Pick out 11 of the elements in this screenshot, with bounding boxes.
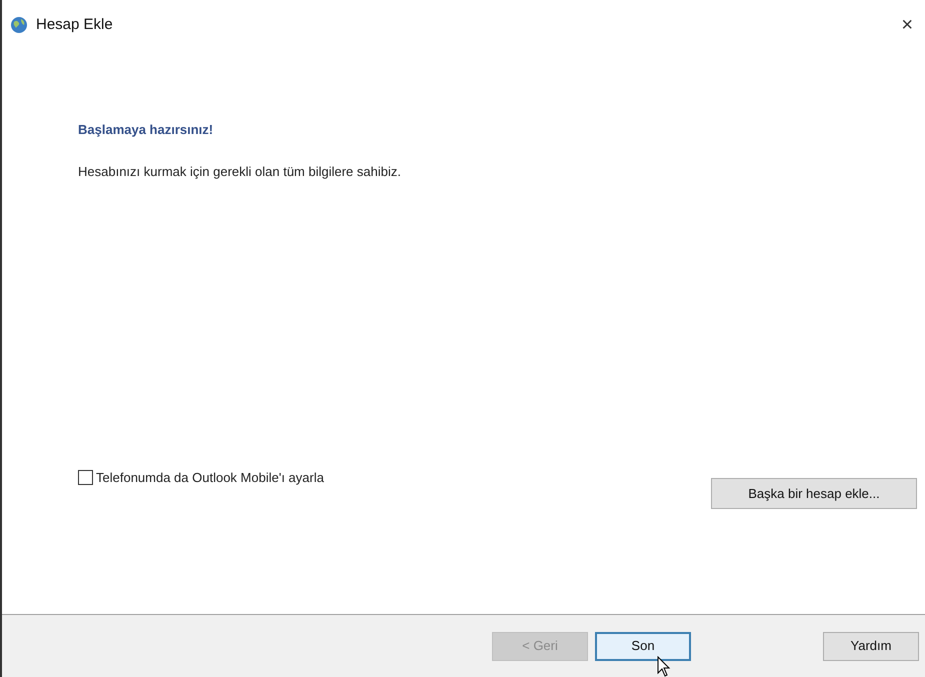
checkbox-label[interactable]: Telefonumda da Outlook Mobile'ı ayarla bbox=[96, 468, 324, 488]
help-button[interactable]: Yardım bbox=[823, 632, 919, 660]
heading: Başlamaya hazırsınız! bbox=[78, 121, 214, 139]
cursor-icon bbox=[657, 656, 671, 677]
message-text: Hesabınızı kurmak için gerekli olan tüm bilgilere sahibiz. bbox=[78, 162, 402, 181]
close-button[interactable]: × bbox=[897, 10, 917, 40]
checkbox[interactable] bbox=[78, 470, 93, 486]
globe-icon bbox=[10, 16, 28, 34]
window-title: Hesap Ekle bbox=[36, 14, 113, 35]
add-account-button[interactable]: Başka bir hesap ekle... bbox=[711, 478, 917, 509]
finish-button[interactable]: Son bbox=[595, 632, 691, 660]
